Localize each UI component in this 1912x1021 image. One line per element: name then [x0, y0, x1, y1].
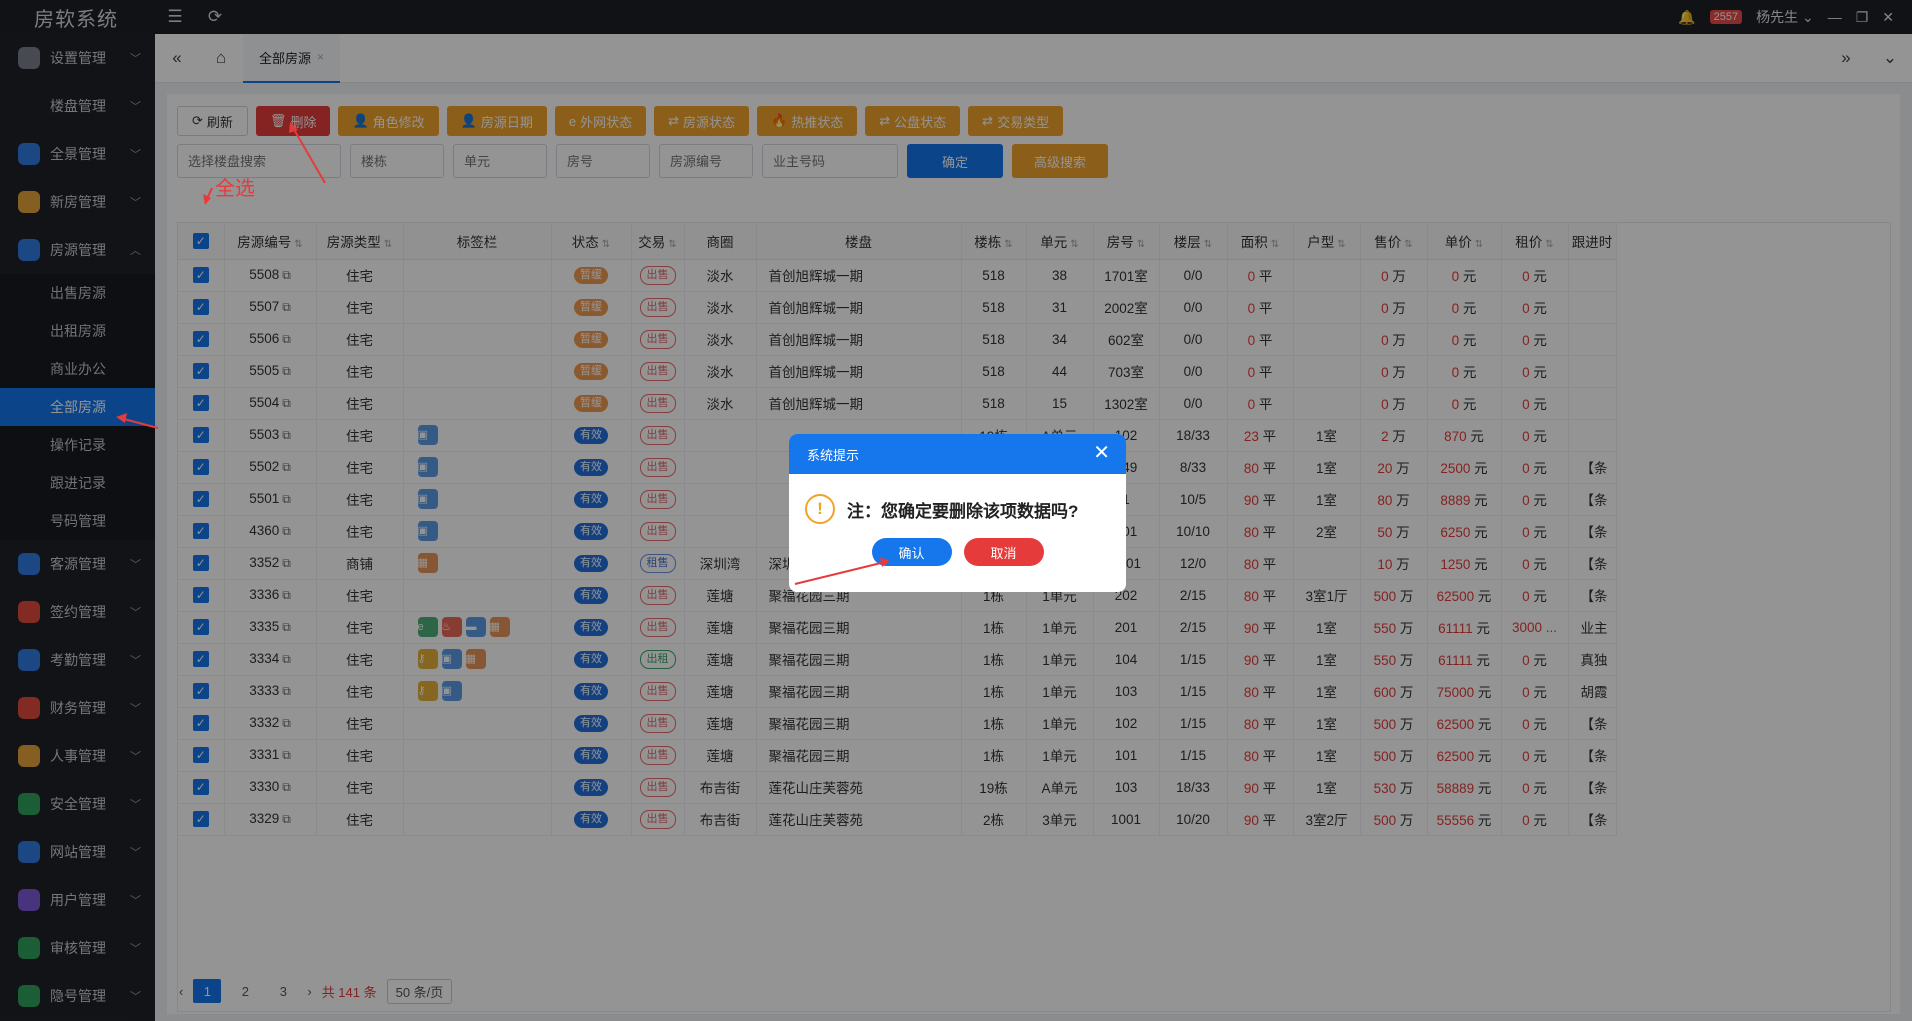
annotation-arrows: [116, 122, 890, 585]
arrow-head-menu: [116, 413, 127, 423]
arrow-head-select-all: [203, 194, 211, 205]
arrow-head-confirm: [880, 557, 890, 567]
arrow-head-delete: [289, 122, 298, 133]
arrow-delete: [291, 125, 326, 184]
arrow-confirm: [794, 561, 886, 585]
